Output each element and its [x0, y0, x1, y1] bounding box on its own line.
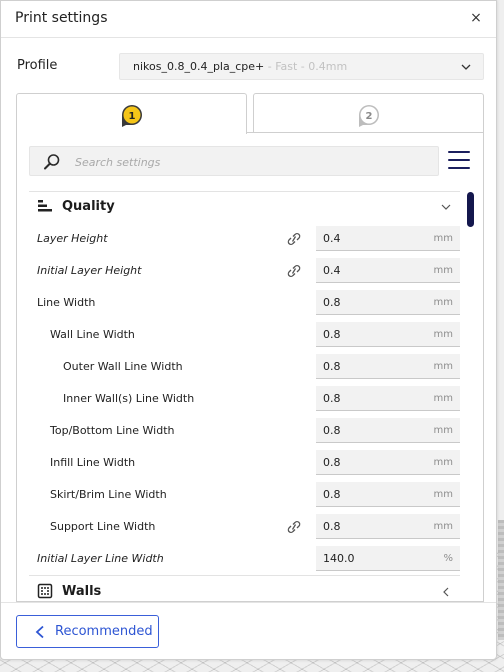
category-quality[interactable]: Quality — [29, 191, 460, 223]
field-value: 0.8 — [323, 392, 341, 405]
extruder-1-number: 1 — [128, 111, 135, 122]
custom-settings-panel: Quality Layer Height 0.4 mm Initial — [16, 132, 484, 602]
close-button[interactable]: × — [468, 10, 484, 26]
link-icon[interactable] — [285, 519, 303, 535]
recommended-button[interactable]: Recommended — [16, 615, 159, 648]
profile-value: nikos_0.8_0.4_pla_cpe+ - Fast - 0.4mm — [133, 60, 347, 73]
field-unit: mm — [433, 457, 453, 468]
field-value: 0.8 — [323, 328, 341, 341]
setting-row-support-line-width: Support Line Width 0.8 mm — [29, 511, 460, 543]
extruder-2-badge-icon: 2 — [358, 105, 379, 127]
setting-row-infill-line-width: Infill Line Width 0.8 mm — [29, 447, 460, 479]
field-value: 0.8 — [323, 456, 341, 469]
field-unit: mm — [433, 521, 453, 532]
setting-row-initial-layer-line-width: Initial Layer Line Width 140.0 % — [29, 543, 460, 575]
search-icon — [44, 154, 60, 170]
profile-name: nikos_0.8_0.4_pla_cpe+ — [133, 60, 265, 73]
field-unit: % — [443, 553, 453, 564]
print-settings-panel: Print settings × Profile nikos_0.8_0.4_p… — [0, 0, 497, 660]
setting-label: Inner Wall(s) Line Width — [63, 392, 195, 405]
field-unit: mm — [433, 329, 453, 340]
setting-row-wall-line-width: Wall Line Width 0.8 mm — [29, 319, 460, 351]
setting-label: Line Width — [37, 296, 96, 309]
setting-label: Initial Layer Line Width — [37, 552, 164, 565]
setting-label: Wall Line Width — [50, 328, 135, 341]
support-line-width-field[interactable]: 0.8 mm — [316, 514, 460, 539]
extruder-1-badge-icon: 1 — [121, 105, 142, 127]
setting-row-skirt-brim-line-width: Skirt/Brim Line Width 0.8 mm — [29, 479, 460, 511]
field-value: 0.4 — [323, 264, 341, 277]
link-icon[interactable] — [285, 263, 303, 279]
field-unit: mm — [433, 361, 453, 372]
footer-divider — [1, 602, 496, 603]
settings-list[interactable]: Quality Layer Height 0.4 mm Initial Laye… — [29, 191, 460, 603]
inner-wall-line-width-field[interactable]: 0.8 mm — [316, 386, 460, 411]
chevron-down-icon — [461, 64, 471, 70]
setting-row-inner-wall-line-width: Inner Wall(s) Line Width 0.8 mm — [29, 383, 460, 415]
setting-row-top-bottom-line-width: Top/Bottom Line Width 0.8 mm — [29, 415, 460, 447]
search-bar[interactable] — [29, 146, 439, 176]
field-value: 0.4 — [323, 232, 341, 245]
tab-extruder-1[interactable]: 1 — [16, 93, 247, 134]
settings-menu-icon[interactable] — [448, 151, 470, 171]
setting-label: Infill Line Width — [50, 456, 136, 469]
chevron-down-icon — [441, 204, 451, 210]
profile-subtitle: - Fast - 0.4mm — [264, 60, 348, 73]
setting-label: Outer Wall Line Width — [63, 360, 183, 373]
setting-row-initial-layer-height: Initial Layer Height 0.4 mm — [29, 255, 460, 287]
link-icon[interactable] — [285, 231, 303, 247]
field-unit: mm — [433, 265, 453, 276]
field-value: 0.8 — [323, 424, 341, 437]
category-title-walls: Walls — [62, 584, 102, 599]
chevron-left-icon — [443, 587, 449, 597]
infill-line-width-field[interactable]: 0.8 mm — [316, 450, 460, 475]
setting-label: Layer Height — [37, 232, 108, 245]
category-walls[interactable]: Walls — [29, 575, 460, 603]
field-unit: mm — [433, 297, 453, 308]
category-title-quality: Quality — [62, 199, 115, 214]
profile-dropdown[interactable]: nikos_0.8_0.4_pla_cpe+ - Fast - 0.4mm — [119, 53, 484, 80]
tab-extruder-2[interactable]: 2 — [253, 93, 484, 133]
chevron-left-icon — [35, 625, 44, 639]
setting-label: Top/Bottom Line Width — [50, 424, 175, 437]
setting-label: Initial Layer Height — [37, 264, 142, 277]
build-volume-edge — [498, 520, 504, 640]
quality-icon — [38, 200, 52, 212]
field-unit: mm — [433, 233, 453, 244]
outer-wall-line-width-field[interactable]: 0.8 mm — [316, 354, 460, 379]
setting-label: Support Line Width — [50, 520, 156, 533]
setting-row-line-width: Line Width 0.8 mm — [29, 287, 460, 319]
search-input[interactable] — [75, 153, 415, 171]
profile-label: Profile — [17, 58, 58, 73]
field-unit: mm — [433, 425, 453, 436]
recommended-label: Recommended — [55, 624, 153, 639]
field-value: 140.0 — [323, 552, 355, 565]
field-value: 0.8 — [323, 488, 341, 501]
field-unit: mm — [433, 489, 453, 500]
wall-line-width-field[interactable]: 0.8 mm — [316, 322, 460, 347]
close-icon[interactable]: × — [470, 10, 482, 26]
field-value: 0.8 — [323, 296, 341, 309]
setting-row-outer-wall-line-width: Outer Wall Line Width 0.8 mm — [29, 351, 460, 383]
initial-layer-line-width-field[interactable]: 140.0 % — [316, 546, 460, 571]
line-width-field[interactable]: 0.8 mm — [316, 290, 460, 315]
panel-header: Print settings × — [1, 1, 496, 38]
layer-height-field[interactable]: 0.4 mm — [316, 226, 460, 251]
field-value: 0.8 — [323, 360, 341, 373]
panel-title: Print settings — [15, 10, 108, 26]
field-value: 0.8 — [323, 520, 341, 533]
top-bottom-line-width-field[interactable]: 0.8 mm — [316, 418, 460, 443]
setting-row-layer-height: Layer Height 0.4 mm — [29, 223, 460, 255]
walls-icon — [37, 583, 53, 599]
initial-layer-height-field[interactable]: 0.4 mm — [316, 258, 460, 283]
setting-label: Skirt/Brim Line Width — [50, 488, 167, 501]
extruder-2-number: 2 — [365, 111, 372, 122]
skirt-brim-line-width-field[interactable]: 0.8 mm — [316, 482, 460, 507]
field-unit: mm — [433, 393, 453, 404]
settings-scrollbar[interactable] — [467, 192, 474, 227]
